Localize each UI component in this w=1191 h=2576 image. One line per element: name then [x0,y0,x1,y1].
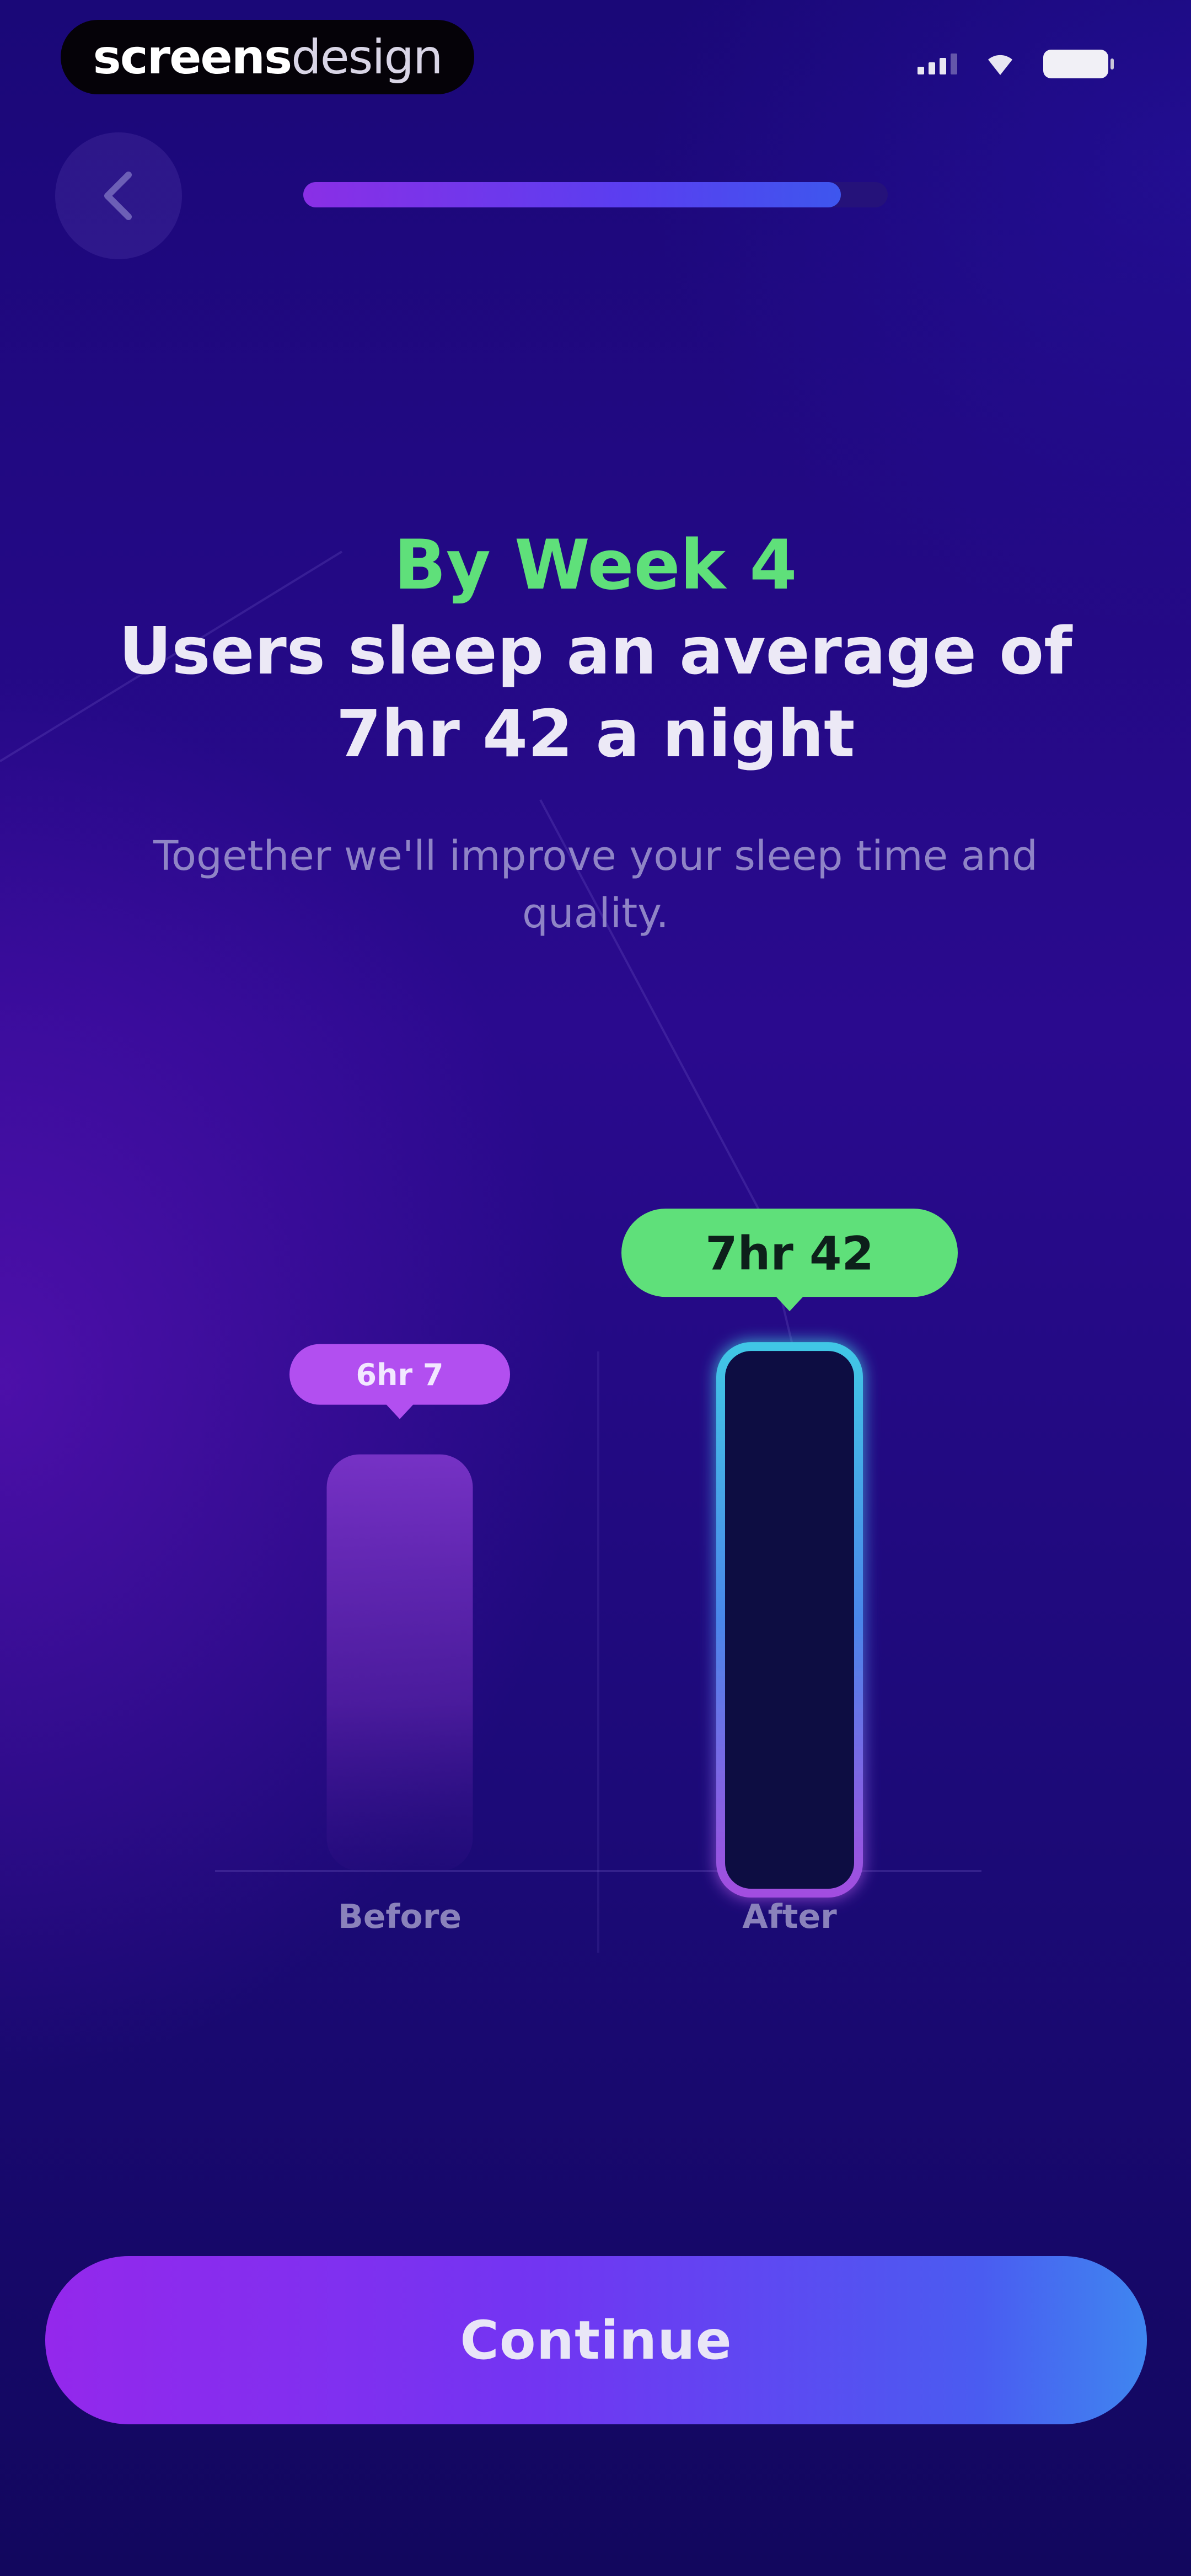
chevron-left-icon [104,172,132,220]
continue-button[interactable]: Continue [45,2256,1147,2424]
eyebrow-title: By Week 4 [394,526,797,605]
battery-icon [1043,50,1114,78]
status-icons [918,50,1114,78]
back-button[interactable] [55,132,182,259]
constellation-decoration [0,551,828,1490]
subtitle: Together we'll improve your sleep time a… [153,832,1038,937]
wifi-icon [988,55,1012,75]
headline: Users sleep an average of 7hr 42 a night [119,613,1072,772]
brand-text-bold: screens [93,29,293,85]
brand-watermark: screens design [61,20,474,94]
progress-fill [303,182,841,207]
onboarding-screen: screens design By Week 4 Users sleep an a… [0,0,1191,2576]
signal-icon [918,54,957,74]
onboarding-progress-bar [303,182,888,207]
brand-text-light: design [291,29,443,85]
